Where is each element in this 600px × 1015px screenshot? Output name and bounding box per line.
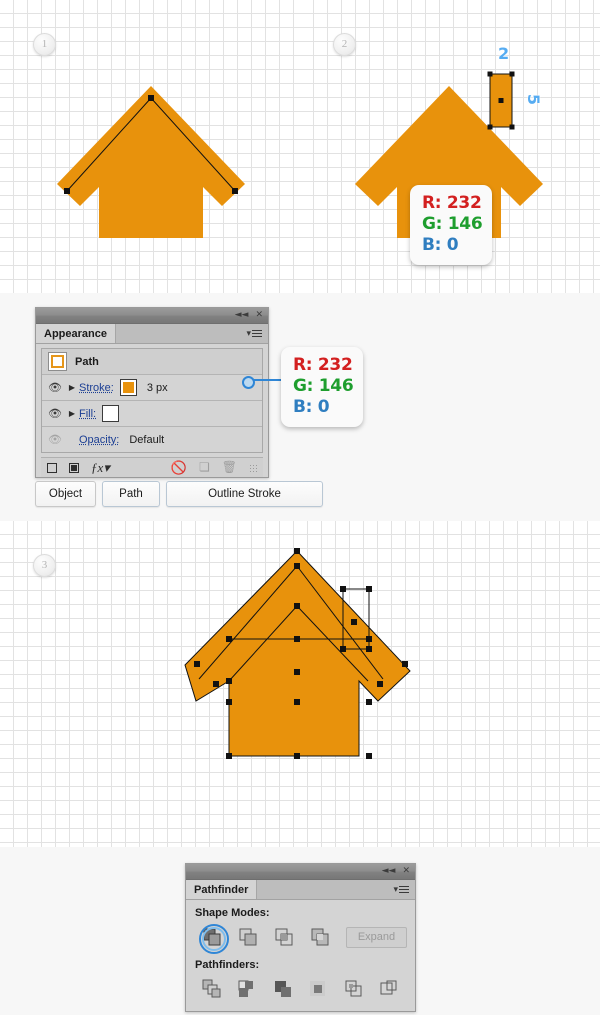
delete-item-icon: 🗑 xyxy=(221,460,237,474)
intersect-icon[interactable] xyxy=(266,924,302,950)
pathfinder-panel-titlebar[interactable]: ◄◄ ✕ xyxy=(186,864,415,880)
menu-path-breadcrumb: Object Path Outline Stroke xyxy=(35,481,323,507)
appearance-panel-tabbar[interactable]: Appearance ▾ xyxy=(36,324,268,344)
appearance-row-path[interactable]: Path xyxy=(42,349,262,375)
close-icon[interactable]: ✕ xyxy=(255,311,263,320)
appearance-row-stroke[interactable]: 👁 ▶ Stroke: 3 px xyxy=(42,375,262,401)
rgb-callout-canvas: R: 232 G: 146 B: 0 xyxy=(410,185,493,265)
clear-appearance-icon[interactable]: 🚫 xyxy=(171,461,187,474)
duplicate-item-icon: ❏ xyxy=(199,460,210,474)
rgb-green-value: G: 146 xyxy=(422,214,483,234)
resize-grip-icon[interactable] xyxy=(249,463,257,472)
path-submenu-button[interactable]: Path xyxy=(102,481,160,507)
step-badge-1: 1 xyxy=(33,33,56,56)
stroke-color-swatch[interactable] xyxy=(119,379,137,396)
eye-icon-fill[interactable]: 👁 xyxy=(45,407,65,420)
house-illustration-step-1 xyxy=(57,86,245,238)
crop-icon[interactable] xyxy=(301,976,337,1002)
rgb-blue-value-panel: B: 0 xyxy=(293,397,330,417)
opacity-value[interactable]: Default xyxy=(129,434,164,446)
dimension-label-width: 2 xyxy=(498,44,510,63)
stroke-weight-value[interactable]: 3 px xyxy=(147,382,168,394)
appearance-item-list: Path 👁 ▶ Stroke: 3 px 👁 ▶ Fill: 👁 Opacit… xyxy=(41,348,263,453)
pathfinder-panel[interactable]: ◄◄ ✕ Pathfinder ▾ Shape Modes: Expand Pa… xyxy=(185,863,416,1012)
divide-icon[interactable] xyxy=(194,976,230,1002)
add-new-fill-icon[interactable] xyxy=(69,462,79,473)
appearance-panel-titlebar[interactable]: ◄◄ ✕ xyxy=(36,308,268,324)
path-thumbnail-icon xyxy=(48,352,67,371)
exclude-icon[interactable] xyxy=(302,924,338,950)
minus-back-icon[interactable] xyxy=(372,976,408,1002)
appearance-row-opacity[interactable]: 👁 Opacity: Default xyxy=(42,427,262,452)
disclosure-triangle-icon-fill[interactable]: ▶ xyxy=(65,409,79,418)
rgb-blue-value: B: 0 xyxy=(422,235,459,255)
callout-connector-dot xyxy=(242,376,255,389)
rgb-red-value-panel: R: 232 xyxy=(293,355,353,375)
stroke-label[interactable]: Stroke: xyxy=(79,382,114,394)
shape-modes-label: Shape Modes: xyxy=(195,907,270,919)
panel-menu-icon[interactable]: ▾ xyxy=(246,328,262,339)
add-new-stroke-icon[interactable] xyxy=(47,462,57,473)
appearance-panel[interactable]: ◄◄ ✕ Appearance ▾ Path 👁 ▶ Stroke: 3 px xyxy=(35,307,269,478)
add-new-effect-icon[interactable]: ƒx▾ xyxy=(91,461,110,474)
panel-menu-area-pf[interactable]: ▾ xyxy=(257,880,415,899)
canvas-step-3: 3 xyxy=(0,521,600,847)
step-badge-3: 3 xyxy=(33,554,56,577)
eye-icon-stroke[interactable]: 👁 xyxy=(45,381,65,394)
unite-icon[interactable] xyxy=(194,924,230,954)
appearance-panel-footer[interactable]: ƒx▾ 🚫 ❏ 🗑 xyxy=(41,457,263,477)
canvas-step-2: 2 2 5 R: 232 G: 146 B: 0 xyxy=(300,0,600,293)
fill-none-swatch[interactable] xyxy=(102,405,120,422)
minus-front-icon[interactable] xyxy=(230,924,266,950)
panel-menu-icon-pf[interactable]: ▾ xyxy=(393,884,409,895)
eye-icon-opacity: 👁 xyxy=(48,434,62,446)
dimension-label-height: 5 xyxy=(524,93,544,106)
trim-icon[interactable] xyxy=(230,976,266,1002)
pathfinders-row xyxy=(194,976,407,1002)
outline-stroke-button[interactable]: Outline Stroke xyxy=(166,481,323,507)
house-illustration-step-3 xyxy=(184,548,411,759)
pathfinder-panel-tabbar[interactable]: Pathfinder ▾ xyxy=(186,880,415,900)
rgb-red-value: R: 232 xyxy=(422,193,482,213)
panel-menu-area[interactable]: ▾ xyxy=(116,324,268,343)
tab-appearance[interactable]: Appearance xyxy=(36,324,116,343)
appearance-panel-body: Path 👁 ▶ Stroke: 3 px 👁 ▶ Fill: 👁 Opacit… xyxy=(36,344,268,477)
pathfinder-panel-body: Shape Modes: Expand Pathfinders: xyxy=(186,900,415,1011)
rgb-green-value-panel: G: 146 xyxy=(293,376,354,396)
outline-icon[interactable] xyxy=(336,976,372,1002)
appearance-path-label: Path xyxy=(75,355,99,368)
fill-label[interactable]: Fill: xyxy=(79,408,96,420)
disclosure-triangle-icon-stroke[interactable]: ▶ xyxy=(65,383,79,392)
object-menu-button[interactable]: Object xyxy=(35,481,96,507)
collapse-double-arrow-icon[interactable]: ◄◄ xyxy=(235,311,249,320)
collapse-double-arrow-icon-pf[interactable]: ◄◄ xyxy=(382,867,396,876)
expand-button[interactable]: Expand xyxy=(346,926,407,948)
shape-modes-row: Expand xyxy=(194,924,407,954)
tab-pathfinder[interactable]: Pathfinder xyxy=(186,880,258,899)
pathfinders-label: Pathfinders: xyxy=(195,959,260,971)
close-icon-pf[interactable]: ✕ xyxy=(402,867,410,876)
appearance-row-fill[interactable]: 👁 ▶ Fill: xyxy=(42,401,262,427)
rgb-callout-appearance: R: 232 G: 146 B: 0 xyxy=(281,347,364,427)
merge-icon[interactable] xyxy=(265,976,301,1002)
opacity-label[interactable]: Opacity: xyxy=(79,434,119,446)
